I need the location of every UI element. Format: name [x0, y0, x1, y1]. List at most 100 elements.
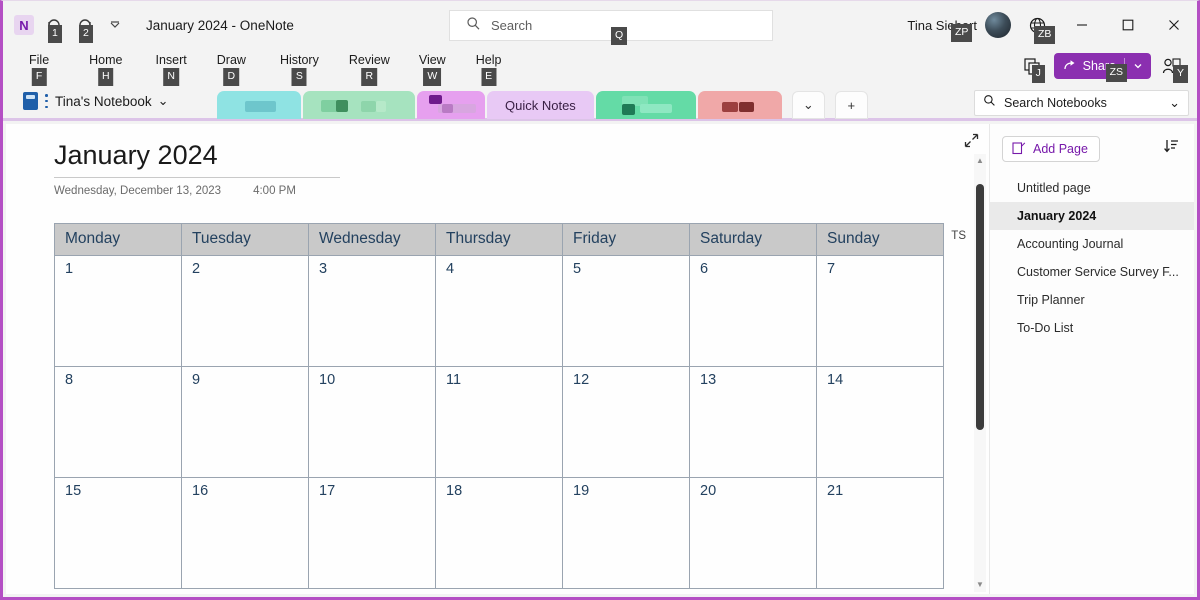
- calendar-day-cell[interactable]: 4: [435, 255, 563, 367]
- share-icon: [1063, 58, 1077, 75]
- ribbon-tab-view[interactable]: View W: [409, 49, 456, 86]
- notebook-dots-icon: [45, 94, 48, 108]
- chevron-down-icon[interactable]: ⌄: [1169, 95, 1180, 111]
- calendar-table[interactable]: Monday Tuesday Wednesday Thursday Friday…: [54, 223, 944, 589]
- scrollbar-thumb[interactable]: [976, 184, 984, 430]
- note-canvas[interactable]: January 2024 Wednesday, December 13, 202…: [6, 124, 989, 594]
- page-list-item[interactable]: To-Do List: [990, 314, 1194, 342]
- calendar-day-cell[interactable]: 2: [181, 255, 309, 367]
- ribbon-tab-draw[interactable]: Draw D: [207, 49, 256, 86]
- section-tab-label: Quick Notes: [505, 97, 576, 113]
- calendar-day-cell[interactable]: 13: [689, 366, 817, 478]
- page-header: January 2024 Wednesday, December 13, 202…: [6, 124, 989, 197]
- calendar-day-cell[interactable]: 15: [54, 477, 182, 589]
- calendar-day-cell[interactable]: 10: [308, 366, 436, 478]
- more-sections-button[interactable]: ⌄: [791, 91, 825, 119]
- page-list-item[interactable]: Accounting Journal: [990, 230, 1194, 258]
- calendar-day-cell[interactable]: 7: [816, 255, 944, 367]
- maximize-button[interactable]: [1105, 1, 1151, 49]
- redacted-label: [738, 102, 754, 112]
- calendar-day-cell[interactable]: 12: [562, 366, 690, 478]
- section-tab-quick-notes[interactable]: Quick Notes: [487, 91, 594, 119]
- minimize-button[interactable]: [1059, 1, 1105, 49]
- ribbon-tab-shortcut-badge: N: [163, 68, 179, 86]
- collapsed-pane-tab[interactable]: TS: [951, 230, 966, 242]
- scroll-down-icon[interactable]: ▼: [976, 578, 984, 592]
- ribbon-tab-history[interactable]: History S: [270, 49, 329, 86]
- page-list-item-selected[interactable]: January 2024: [990, 202, 1194, 230]
- redacted-label: [376, 101, 386, 112]
- page-list-item[interactable]: Customer Service Survey F...: [990, 258, 1194, 286]
- notebook-search-box[interactable]: Search Notebooks ⌄: [974, 90, 1189, 116]
- notebook-selector[interactable]: Tina's Notebook ⌄: [23, 92, 169, 110]
- undo-button[interactable]: 1: [43, 14, 65, 43]
- page-time: 4:00 PM: [253, 185, 296, 197]
- undo-shortcut-badge: 1: [48, 25, 62, 43]
- ribbon-tab-file[interactable]: File F: [19, 49, 59, 86]
- copy-shortcut-badge: J: [1031, 65, 1045, 83]
- scroll-up-icon[interactable]: ▲: [976, 154, 984, 168]
- people-button[interactable]: Y: [1157, 51, 1189, 83]
- section-tab-3[interactable]: [417, 91, 485, 119]
- calendar-header-cell: Wednesday: [308, 223, 436, 256]
- share-shortcut-badge: ZS: [1105, 64, 1128, 82]
- ribbon-tab-shortcut-badge: F: [31, 68, 47, 86]
- sort-icon[interactable]: [1163, 138, 1182, 160]
- calendar-container: Monday Tuesday Wednesday Thursday Friday…: [6, 197, 989, 589]
- section-tab-1[interactable]: [217, 91, 301, 119]
- ribbon-tab-help[interactable]: Help E: [466, 49, 512, 86]
- expand-icon[interactable]: [963, 132, 980, 154]
- add-page-button[interactable]: Add Page: [1002, 136, 1100, 162]
- calendar-header-cell: Friday: [562, 223, 690, 256]
- add-section-button[interactable]: +: [834, 91, 868, 119]
- ribbon-tab-review[interactable]: Review R: [339, 49, 400, 86]
- ribbon-tab-insert[interactable]: Insert N: [146, 49, 197, 86]
- calendar-day-cell[interactable]: 18: [435, 477, 563, 589]
- calendar-day-cell[interactable]: 16: [181, 477, 309, 589]
- customize-quick-access-button[interactable]: [105, 15, 125, 35]
- search-icon: [983, 94, 996, 112]
- notebook-icon: [23, 92, 38, 110]
- calendar-day-cell[interactable]: 1: [54, 255, 182, 367]
- calendar-day-cell[interactable]: 17: [308, 477, 436, 589]
- calendar-header-cell: Saturday: [689, 223, 817, 256]
- ribbon-tab-shortcut-badge: H: [98, 68, 114, 86]
- copy-link-button[interactable]: J: [1018, 51, 1048, 83]
- page-list-item[interactable]: Trip Planner: [990, 286, 1194, 314]
- page-title[interactable]: January 2024: [54, 140, 340, 178]
- calendar-day-cell[interactable]: 9: [181, 366, 309, 478]
- page-list-pane: Add Page Untitled page January 2024 Acco…: [989, 124, 1194, 594]
- redacted-label: [429, 95, 442, 104]
- scrollbar-track[interactable]: [974, 168, 986, 578]
- page-list-item[interactable]: Untitled page: [990, 174, 1194, 202]
- window-title: January 2024 - OneNote: [146, 17, 294, 33]
- globe-shortcut-badge: ZB: [1034, 26, 1056, 44]
- share-button[interactable]: Share ZS: [1053, 53, 1151, 82]
- redo-button[interactable]: 2: [74, 14, 96, 43]
- search-placeholder: Search: [491, 18, 533, 33]
- ribbon-tab-label: View: [418, 53, 446, 67]
- avatar[interactable]: [985, 12, 1011, 38]
- calendar-day-cell[interactable]: 11: [435, 366, 563, 478]
- calendar-day-cell[interactable]: 14: [816, 366, 944, 478]
- ribbon-tab-shortcut-badge: D: [223, 68, 240, 86]
- ribbon-tab-label: Draw: [216, 53, 246, 67]
- calendar-day-cell[interactable]: 19: [562, 477, 690, 589]
- redacted-label: [442, 104, 453, 113]
- ribbon-tab-shortcut-badge: R: [361, 68, 378, 86]
- ribbon-tab-bar: File F Home H Insert N Draw D History S …: [3, 49, 1197, 87]
- ribbon-tab-home[interactable]: Home H: [79, 49, 132, 86]
- close-button[interactable]: [1151, 1, 1197, 49]
- section-tab-5[interactable]: [595, 91, 696, 119]
- redacted-label: [336, 100, 348, 112]
- canvas-scrollbar[interactable]: ▲ ▼: [974, 154, 986, 592]
- calendar-day-cell[interactable]: 3: [308, 255, 436, 367]
- section-tab-6[interactable]: [697, 91, 782, 119]
- calendar-day-cell[interactable]: 20: [689, 477, 817, 589]
- calendar-day-cell[interactable]: 21: [816, 477, 944, 589]
- section-tab-2[interactable]: [303, 91, 415, 119]
- calendar-day-cell[interactable]: 8: [54, 366, 182, 478]
- calendar-day-cell[interactable]: 6: [689, 255, 817, 367]
- page-pane-header: Add Page: [990, 124, 1194, 172]
- calendar-day-cell[interactable]: 5: [562, 255, 690, 367]
